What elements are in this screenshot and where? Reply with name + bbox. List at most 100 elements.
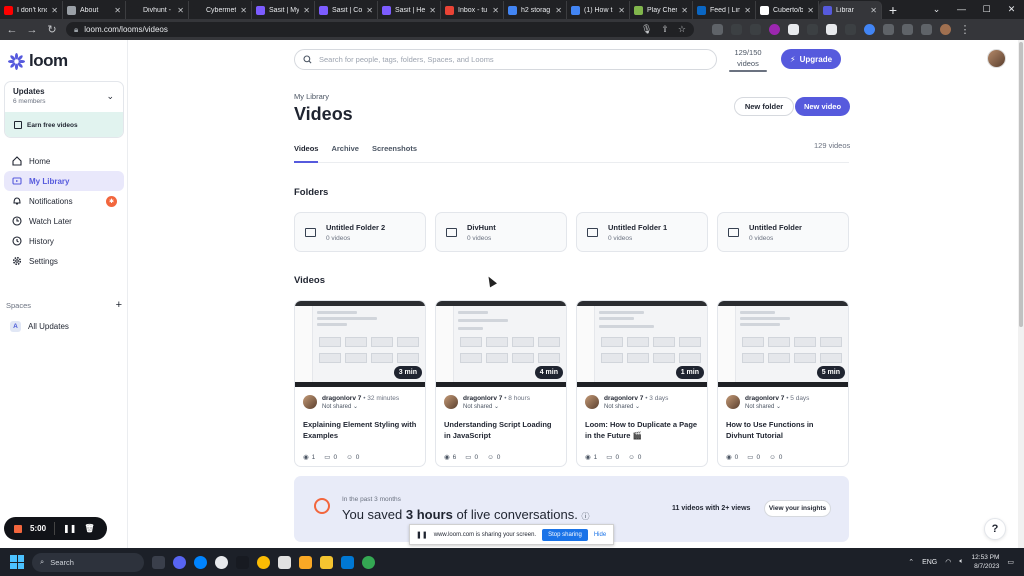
extension-icon[interactable] (883, 24, 894, 35)
extension-icon[interactable] (864, 24, 875, 35)
video-title[interactable]: Loom: How to Duplicate a Page in the Fut… (585, 419, 699, 441)
browser-tab[interactable]: h2 storag ✕ (504, 1, 567, 19)
clock[interactable]: 12:53 PM 8/7/2023 (972, 553, 1000, 571)
sidebar-item-home[interactable]: Home (4, 151, 124, 171)
reload-icon[interactable]: ↻ (46, 23, 58, 36)
sidebar-item-notifications[interactable]: Notifications ✱ (4, 191, 124, 211)
tab-search-icon[interactable]: ⌄ (924, 0, 949, 18)
forward-icon[interactable]: → (26, 24, 38, 36)
app-icon[interactable] (278, 555, 291, 569)
loom-logo[interactable]: loom (8, 51, 68, 71)
sidebar-item-watch-later[interactable]: Watch Later (4, 211, 124, 231)
help-button[interactable]: ? (984, 518, 1006, 540)
pause-icon[interactable]: ❚❚ (63, 524, 76, 533)
extension-icon[interactable] (731, 24, 742, 35)
extension-icon[interactable] (807, 24, 818, 35)
chrome-icon[interactable] (257, 555, 270, 569)
sidepanel-icon[interactable] (921, 24, 932, 35)
bookmark-star-icon[interactable]: ☆ (678, 24, 686, 35)
close-tab-icon[interactable]: ✕ (870, 6, 877, 15)
browser-tab[interactable]: Play Cher ✕ (630, 1, 693, 19)
extension-icon[interactable] (750, 24, 761, 35)
taskbar-search[interactable]: ⌕ Search (32, 552, 144, 572)
close-window-icon[interactable]: ✕ (999, 0, 1024, 18)
close-tab-icon[interactable]: ✕ (807, 6, 814, 15)
file-explorer-icon[interactable] (320, 555, 333, 569)
wifi-icon[interactable]: ◠ (945, 558, 951, 566)
sidebar-item-history[interactable]: History (4, 231, 124, 251)
space-item-all-updates[interactable]: A All Updates (10, 321, 69, 332)
browser-tab[interactable]: About ✕ (63, 1, 126, 19)
trash-icon[interactable]: 🗑︎ (84, 524, 94, 533)
browser-menu-icon[interactable]: ⋮ (959, 23, 971, 36)
extension-icon[interactable] (845, 24, 856, 35)
browser-tab[interactable]: Sasit | He ✕ (378, 1, 441, 19)
hide-banner-link[interactable]: Hide (594, 532, 606, 538)
vscode-icon[interactable] (341, 555, 354, 569)
video-quota[interactable]: 129/150 videos (727, 47, 769, 72)
close-tab-icon[interactable]: ✕ (51, 6, 58, 15)
new-video-button[interactable]: New video (795, 97, 850, 116)
browser-tab[interactable]: Sasit | Cor ✕ (315, 1, 378, 19)
video-thumbnail[interactable]: 3 min (295, 301, 425, 387)
close-tab-icon[interactable]: ✕ (114, 6, 121, 15)
browser-tab[interactable]: Divhunt - ✕ (126, 1, 189, 19)
sublime-icon[interactable] (299, 555, 312, 569)
upgrade-button[interactable]: ⚡︎ Upgrade (781, 49, 841, 69)
notifications-icon[interactable]: ▭ (1007, 558, 1014, 566)
video-title[interactable]: How to Use Functions in Divhunt Tutorial (726, 419, 840, 441)
browser-tab[interactable]: Cybermeta ✕ (189, 1, 252, 19)
browser-tab[interactable]: (1) How t ✕ (567, 1, 630, 19)
share-status[interactable]: Not shared ⌄ (604, 403, 668, 410)
minimize-icon[interactable]: — (949, 0, 974, 18)
extension-icon[interactable] (788, 24, 799, 35)
close-tab-icon[interactable]: ✕ (177, 6, 184, 15)
discord-icon[interactable] (173, 555, 186, 569)
close-tab-icon[interactable]: ✕ (681, 6, 688, 15)
video-card[interactable]: 3 min dragonlorv 7 • 32 minutes Not shared… (294, 300, 426, 467)
sidebar-item-settings[interactable]: Settings (4, 251, 124, 271)
share-status[interactable]: Not shared ⌄ (322, 403, 399, 410)
video-card[interactable]: 4 min dragonlorv 7 • 8 hours Not shared ⌄ U… (435, 300, 567, 467)
tab-archive[interactable]: Archive (331, 140, 359, 163)
info-icon[interactable]: ⓘ (581, 512, 589, 521)
chrome-icon[interactable] (362, 555, 375, 569)
back-icon[interactable]: ← (6, 24, 18, 36)
url-input[interactable]: 🔒︎ loom.com/looms/videos 🎙︎ ⇪ ☆ (66, 22, 694, 37)
language-indicator[interactable]: ENG (922, 559, 937, 566)
browser-tab[interactable]: Inbox - tu ✕ (441, 1, 504, 19)
browser-tab[interactable]: Sasit | My ✕ (252, 1, 315, 19)
folder-card[interactable]: Untitled Folder 0 videos (717, 212, 849, 252)
earn-free-videos-link[interactable]: Earn free videos (5, 112, 123, 137)
stop-sharing-button[interactable]: Stop sharing (542, 528, 588, 541)
scrollbar[interactable] (1018, 40, 1024, 548)
tab-screenshots[interactable]: Screenshots (372, 140, 417, 163)
windows-start-icon[interactable] (10, 555, 24, 569)
close-tab-icon[interactable]: ✕ (618, 6, 625, 15)
close-tab-icon[interactable]: ✕ (555, 6, 562, 15)
video-card[interactable]: 5 min dragonlorv 7 • 5 days Not shared ⌄ Ho… (717, 300, 849, 467)
tab-videos[interactable]: Videos (294, 140, 319, 163)
stop-recording-icon[interactable] (14, 524, 22, 533)
close-tab-icon[interactable]: ✕ (429, 6, 436, 15)
breadcrumb[interactable]: My Library (294, 92, 329, 101)
view-insights-button[interactable]: View your insights (764, 500, 831, 517)
steam-icon[interactable] (236, 555, 249, 569)
task-view-icon[interactable] (152, 555, 165, 569)
workspace-switcher[interactable]: Updates 6 members ⌄ Earn free videos (4, 81, 124, 138)
new-folder-button[interactable]: New folder (734, 97, 794, 116)
share-status[interactable]: Not shared ⌄ (463, 403, 530, 410)
folder-card[interactable]: DivHunt 0 videos (435, 212, 567, 252)
close-tab-icon[interactable]: ✕ (366, 6, 373, 15)
browser-tab[interactable]: I don't kno ✕ (0, 1, 63, 19)
user-avatar[interactable] (987, 49, 1006, 68)
sidebar-item-my-library[interactable]: My Library (4, 171, 124, 191)
volume-icon[interactable]: 🔈︎ (959, 558, 963, 566)
profile-avatar[interactable] (940, 24, 951, 35)
share-icon[interactable]: ⇪ (661, 24, 669, 35)
folder-card[interactable]: Untitled Folder 1 0 videos (576, 212, 708, 252)
video-thumbnail[interactable]: 5 min (718, 301, 848, 387)
chevron-up-icon[interactable]: ⌃ (908, 558, 914, 566)
extensions-puzzle-icon[interactable] (902, 24, 913, 35)
close-tab-icon[interactable]: ✕ (303, 6, 310, 15)
